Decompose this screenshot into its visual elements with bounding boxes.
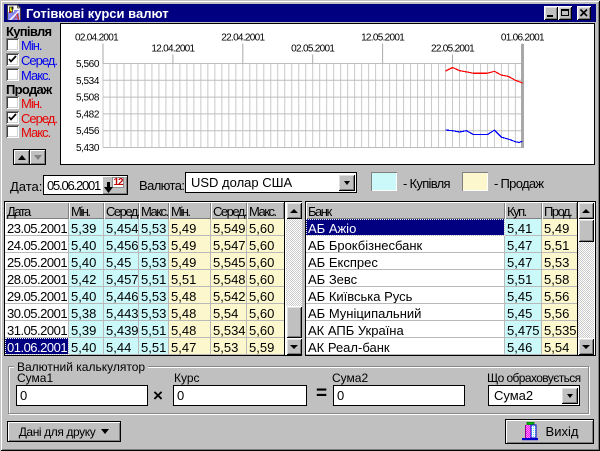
- svg-text:5,456: 5,456: [76, 126, 100, 137]
- svg-text:5,430: 5,430: [76, 143, 100, 154]
- svg-text:5,534: 5,534: [76, 76, 100, 87]
- svg-text:5,508: 5,508: [76, 93, 100, 104]
- svg-text:12.04.2001: 12.04.2001: [151, 44, 195, 55]
- svg-text:5,482: 5,482: [76, 109, 100, 120]
- svg-text:02.05.2001: 02.05.2001: [291, 44, 335, 55]
- svg-text:02.04.2001: 02.04.2001: [75, 33, 119, 44]
- svg-text:12.05.2001: 12.05.2001: [361, 33, 405, 44]
- svg-text:22.05.2001: 22.05.2001: [431, 44, 475, 55]
- svg-text:5,560: 5,560: [76, 59, 100, 70]
- svg-text:22.04.2001: 22.04.2001: [221, 33, 265, 44]
- svg-text:A: A: [13, 13, 21, 21]
- svg-text:01.06.2001: 01.06.2001: [501, 33, 545, 44]
